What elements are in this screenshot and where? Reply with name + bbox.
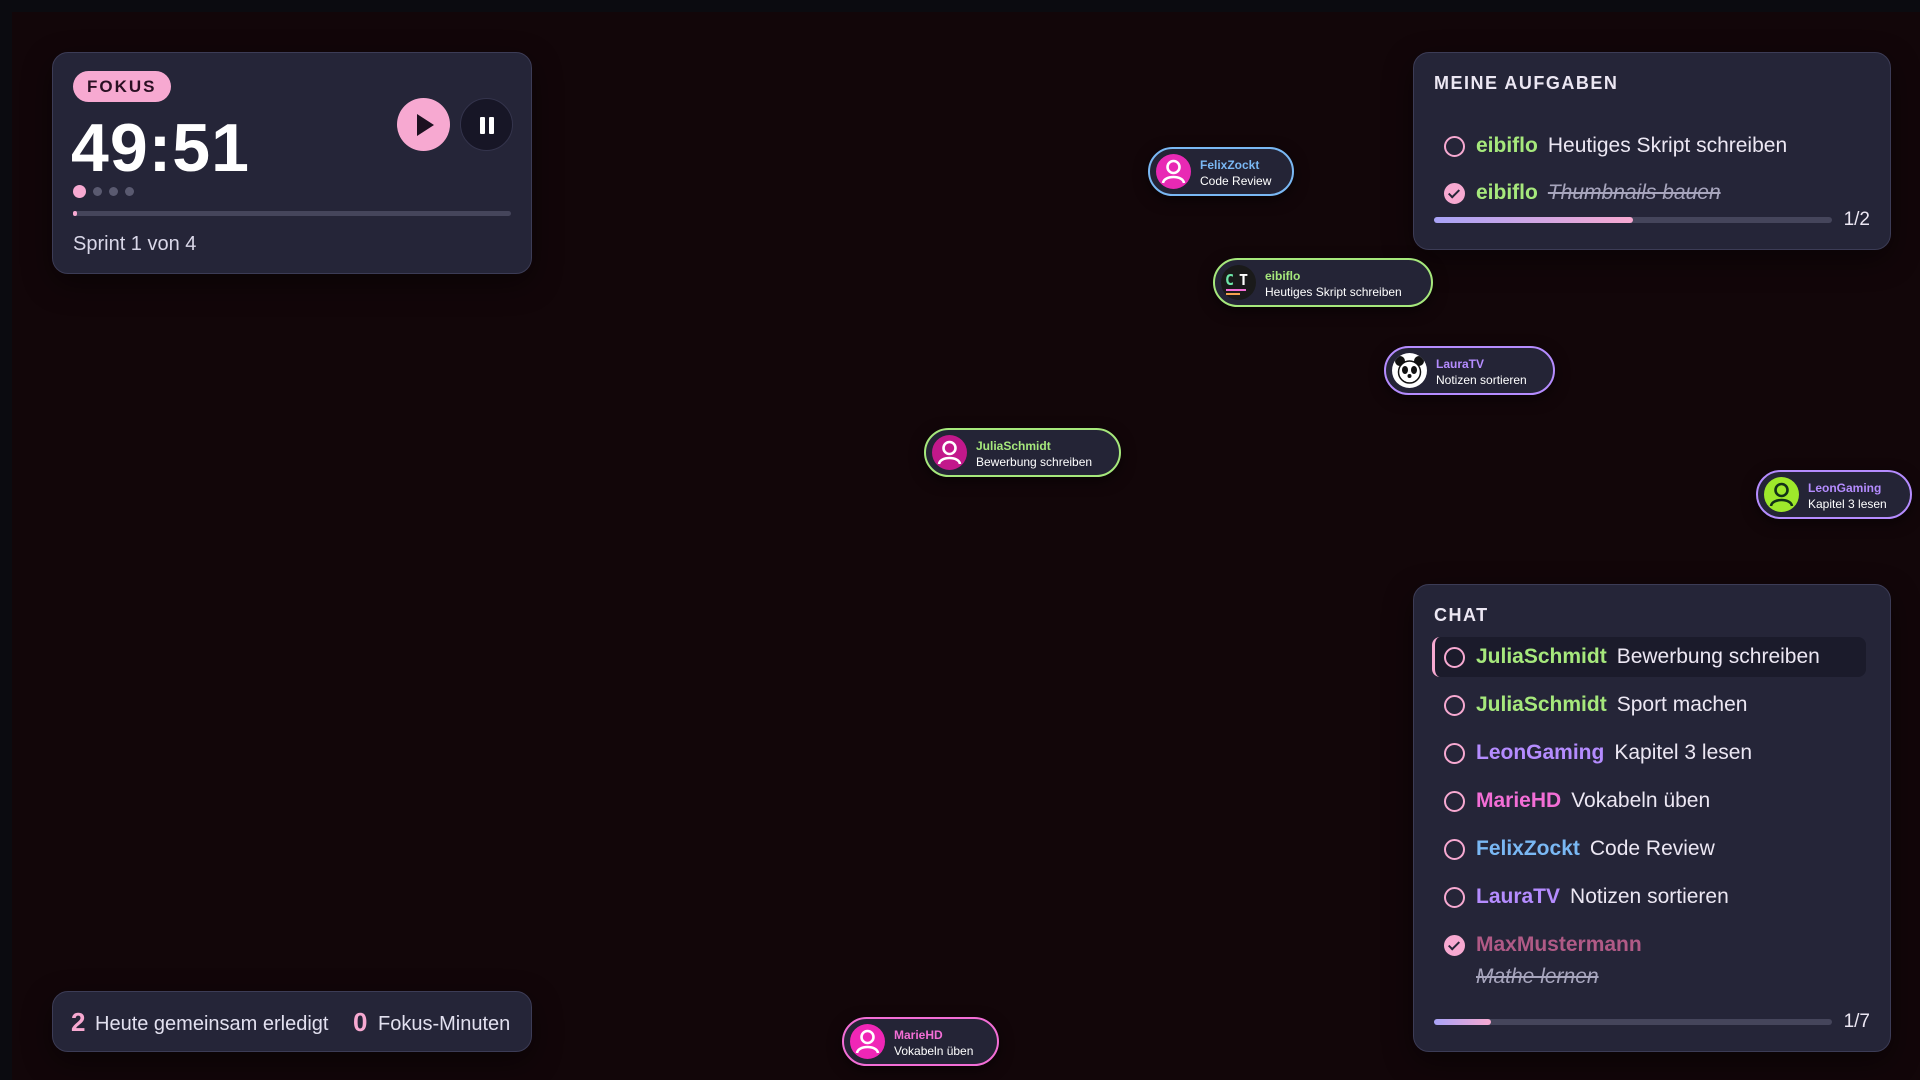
- user-icon: [850, 1024, 885, 1059]
- my-tasks-panel: MEINE AUFGABEN eibiflo Heutiges Skript sc…: [1413, 52, 1891, 250]
- empty-circle-icon[interactable]: [1444, 839, 1465, 860]
- bubble-username: LauraTV: [1436, 357, 1485, 371]
- task-username: JuliaSchmidt: [1476, 645, 1607, 668]
- sprint-label: Sprint 1 von 4: [73, 233, 197, 255]
- my-tasks-count: 1/2: [1843, 209, 1870, 230]
- focus-minutes-count: 0: [353, 1007, 368, 1037]
- user-icon: [932, 435, 967, 470]
- my-task-row[interactable]: eibiflo Thumbnails bauen: [1432, 173, 1866, 213]
- empty-circle-icon[interactable]: [1444, 887, 1465, 908]
- task-text: Mathe lernen: [1476, 965, 1599, 988]
- chat-progress-fill: [1434, 1019, 1491, 1025]
- chat-progress-track: [1434, 1019, 1832, 1025]
- user-bubble-juliaschmidt[interactable]: JuliaSchmidt Bewerbung schreiben: [924, 428, 1121, 477]
- user-icon: [1156, 154, 1191, 189]
- chat-count: 1/7: [1843, 1011, 1870, 1032]
- bubble-task: Code Review: [1200, 174, 1272, 188]
- play-button[interactable]: [397, 98, 450, 151]
- panda-icon: [1392, 353, 1427, 388]
- empty-circle-icon[interactable]: [1444, 647, 1465, 668]
- mode-badge: FOKUS: [73, 71, 171, 102]
- task-username: eibiflo: [1476, 134, 1538, 157]
- chat-task-row[interactable]: MarieHD Vokabeln üben: [1432, 781, 1866, 821]
- pause-button[interactable]: [460, 98, 513, 151]
- my-tasks-progress-fill: [1434, 217, 1633, 223]
- play-icon: [417, 114, 434, 136]
- task-text: Vokabeln üben: [1571, 789, 1711, 812]
- bubble-username: JuliaSchmidt: [976, 439, 1051, 453]
- stats-panel: 2 Heute gemeinsam erledigt 0 Fokus-Minut…: [52, 991, 532, 1052]
- sprint-dot: [125, 187, 134, 196]
- done-label: Heute gemeinsam erledigt: [95, 1013, 329, 1035]
- sprint-dot: [109, 187, 118, 196]
- ct-logo-icon: CT: [1221, 265, 1256, 300]
- bubble-task: Heutiges Skript schreiben: [1265, 285, 1402, 299]
- timer-progress-track: [73, 211, 511, 216]
- chat-task-row[interactable]: LauraTV Notizen sortieren: [1432, 877, 1866, 917]
- bubble-task: Kapitel 3 lesen: [1808, 497, 1887, 511]
- my-tasks-title: MEINE AUFGABEN: [1434, 73, 1619, 93]
- empty-circle-icon[interactable]: [1444, 136, 1465, 157]
- focus-timer-panel: FOKUS 49:51 Sprint 1 von 4: [52, 52, 532, 274]
- empty-circle-icon[interactable]: [1444, 743, 1465, 764]
- task-text: Bewerbung schreiben: [1616, 645, 1820, 668]
- svg-text:T: T: [1239, 271, 1248, 289]
- bubble-task: Notizen sortieren: [1436, 373, 1527, 387]
- svg-text:C: C: [1225, 271, 1234, 289]
- checked-circle-icon[interactable]: [1444, 183, 1465, 204]
- my-task-row[interactable]: eibiflo Heutiges Skript schreiben: [1432, 126, 1866, 166]
- bubble-username: FelixZockt: [1200, 158, 1260, 172]
- bubble-task: Vokabeln üben: [894, 1044, 974, 1058]
- user-bubble-leongaming[interactable]: LeonGaming Kapitel 3 lesen: [1756, 470, 1912, 519]
- empty-circle-icon[interactable]: [1444, 791, 1465, 812]
- chat-task-row[interactable]: LeonGaming Kapitel 3 lesen: [1432, 733, 1866, 773]
- window-frame-top: [0, 0, 1920, 12]
- task-text: Heutiges Skript schreiben: [1547, 134, 1788, 157]
- empty-circle-icon[interactable]: [1444, 695, 1465, 716]
- my-tasks-progress-track: [1434, 217, 1832, 223]
- checked-circle-icon[interactable]: [1444, 935, 1465, 956]
- timer-display: 49:51: [71, 110, 250, 186]
- task-text: Kapitel 3 lesen: [1614, 741, 1753, 764]
- user-bubble-mariehd[interactable]: MarieHD Vokabeln üben: [842, 1017, 999, 1066]
- user-bubble-eibiflo[interactable]: C Teibiflo Heutiges Skript schreiben: [1213, 258, 1433, 307]
- bubble-username: eibiflo: [1265, 269, 1301, 283]
- task-username: LauraTV: [1476, 885, 1561, 908]
- chat-panel: CHAT JuliaSchmidt Bewerbung schreiben Juli…: [1413, 584, 1891, 1052]
- task-text: Notizen sortieren: [1570, 885, 1729, 908]
- task-username: eibiflo: [1476, 181, 1538, 204]
- sprint-dot: [73, 185, 86, 198]
- task-username: JuliaSchmidt: [1476, 693, 1607, 716]
- timer-progress-fill: [73, 211, 78, 216]
- window-frame-left: [0, 0, 12, 1080]
- user-bubble-felixzockt[interactable]: FelixZockt Code Review: [1148, 147, 1294, 196]
- task-text: Sport machen: [1616, 693, 1748, 716]
- chat-title: CHAT: [1434, 605, 1489, 625]
- focus-minutes-label: Fokus-Minuten: [378, 1013, 511, 1035]
- bubble-username: LeonGaming: [1808, 481, 1882, 495]
- chat-task-row[interactable]: JuliaSchmidt Bewerbung schreiben: [1432, 637, 1866, 677]
- chat-task-row[interactable]: MaxMustermann Mathe lernen: [1432, 925, 1866, 988]
- user-bubble-lauratv[interactable]: LauraTV Notizen sortieren: [1384, 346, 1555, 395]
- sprint-dot: [93, 187, 102, 196]
- task-text: Code Review: [1589, 837, 1715, 860]
- task-username: MaxMustermann: [1476, 933, 1642, 956]
- task-text: Thumbnails bauen: [1547, 181, 1721, 204]
- task-username: MarieHD: [1476, 789, 1562, 812]
- chat-task-row[interactable]: JuliaSchmidt Sport machen: [1432, 685, 1866, 725]
- user-icon: [1764, 477, 1799, 512]
- task-username: FelixZockt: [1476, 837, 1580, 860]
- task-username: LeonGaming: [1476, 741, 1605, 764]
- chat-task-row[interactable]: FelixZockt Code Review: [1432, 829, 1866, 869]
- done-count: 2: [71, 1007, 86, 1037]
- bubble-username: MarieHD: [894, 1028, 943, 1042]
- bubble-task: Bewerbung schreiben: [976, 455, 1093, 469]
